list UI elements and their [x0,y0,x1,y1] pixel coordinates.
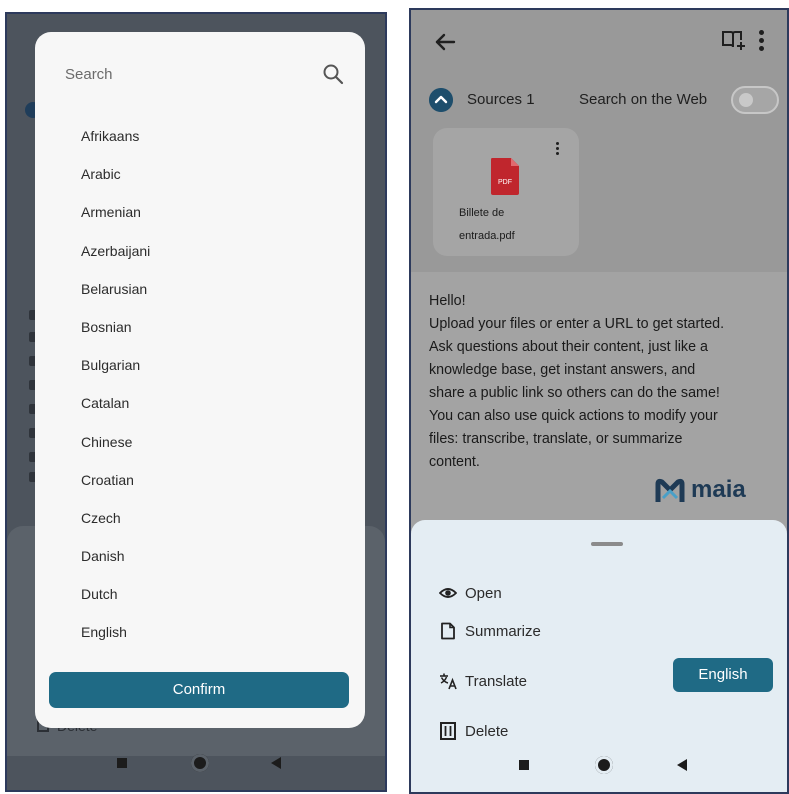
recents-icon[interactable] [519,760,529,770]
sources-count: 1 [526,91,535,108]
summarize-label: Summarize [465,623,541,640]
file-name: Billete de entrada.pdf [459,202,559,248]
home-icon[interactable] [191,754,209,772]
drag-handle[interactable] [591,542,623,546]
open-label: Open [465,585,502,602]
target-language-button[interactable]: English [673,658,773,692]
language-option[interactable]: Dutch [81,586,150,624]
language-search[interactable]: Search [65,62,345,88]
language-option[interactable]: Armenian [81,204,150,242]
welcome-text: Hello! Upload your files or enter a URL … [429,293,725,470]
language-option[interactable]: English [81,624,150,662]
search-input[interactable]: Search [65,66,113,83]
maia-logo: maia [655,476,765,506]
web-search-label: Search on the Web [579,91,708,108]
system-nav-bar [7,738,385,790]
language-option[interactable]: Belarusian [81,281,150,319]
source-file-card[interactable]: PDF Billete de entrada.pdf [433,128,579,256]
file-name-line: Billete de [459,207,505,219]
maia-m-icon [655,478,685,502]
translate-icon [440,673,457,690]
welcome-message: Hello! Upload your files or enter a URL … [411,272,787,532]
sources-title: Sources 1 [467,91,535,108]
language-option[interactable]: Chinese [81,434,150,472]
search-icon[interactable] [321,62,345,86]
file-name-line: entrada.pdf [459,230,515,242]
language-option[interactable]: Bosnian [81,319,150,357]
eye-icon [439,588,457,598]
system-nav-bar [411,740,787,792]
language-option[interactable]: Azerbaijani [81,243,150,281]
toggle-knob [739,93,753,107]
home-icon[interactable] [595,756,613,774]
back-icon[interactable] [677,759,687,771]
language-option[interactable]: Czech [81,510,150,548]
left-screen: a Delete Search Afrikaans Arabic Armenia… [5,12,387,792]
web-search-toggle[interactable] [731,86,779,114]
right-screen: Sources 1 Search on the Web PDF Billete … [409,8,789,794]
file-menu-icon[interactable] [556,142,559,157]
brand-name: maia [691,476,746,503]
chevron-up-icon[interactable] [429,88,453,112]
language-picker-dialog: Search Afrikaans Arabic Armenian Azerbai… [35,32,365,728]
document-icon [441,622,455,640]
language-option[interactable]: Catalan [81,395,150,433]
language-option[interactable]: Afrikaans [81,128,150,166]
trash-icon [440,722,456,740]
language-option[interactable]: Bulgarian [81,357,150,395]
delete-label: Delete [465,723,509,740]
book-add-icon[interactable] [721,28,747,52]
pdf-badge: PDF [498,179,512,186]
back-icon[interactable] [271,757,281,769]
language-list: Afrikaans Arabic Armenian Azerbaijani Be… [81,128,150,663]
pdf-file-icon: PDF [491,158,519,195]
app-top-bar [411,10,787,70]
language-option[interactable]: Croatian [81,472,150,510]
language-option[interactable]: Arabic [81,166,150,204]
recents-icon[interactable] [117,758,127,768]
sources-label: Sources [467,91,523,108]
translate-label: Translate [465,673,527,690]
confirm-button[interactable]: Confirm [49,672,349,708]
more-vert-icon[interactable] [759,30,765,52]
language-option[interactable]: Danish [81,548,150,586]
sources-header: Sources 1 Search on the Web [429,86,781,114]
back-arrow-icon[interactable] [433,30,457,54]
